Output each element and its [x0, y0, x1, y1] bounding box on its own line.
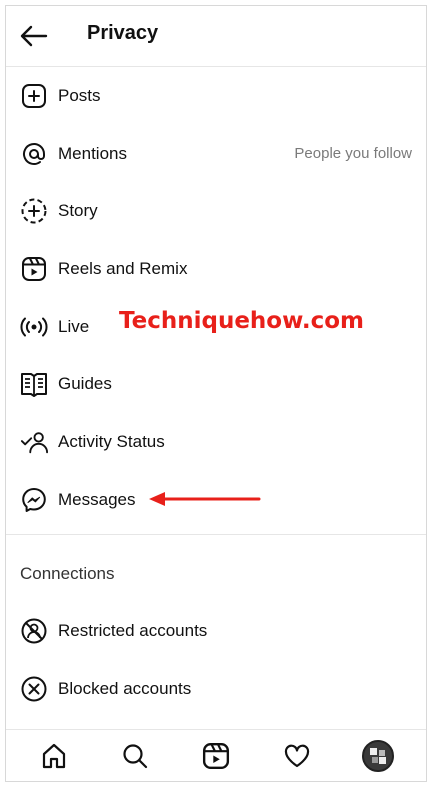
profile-avatar — [361, 739, 394, 772]
connections-list: Restricted accounts Blocked accounts — [6, 602, 426, 717]
messenger-icon — [20, 486, 48, 514]
guide-book-icon — [20, 370, 48, 398]
heart-icon — [284, 744, 309, 767]
watermark-text: Techniquehow.com — [119, 308, 365, 334]
interactions-list: Posts Mentions People you follow Story R… — [6, 67, 426, 529]
at-sign-icon — [20, 140, 48, 168]
blocked-x-icon — [20, 675, 48, 703]
setting-label: Guides — [58, 374, 112, 394]
live-broadcast-icon — [20, 313, 48, 341]
annotation-arrow-icon — [149, 492, 261, 506]
home-icon — [43, 743, 66, 768]
back-button[interactable] — [19, 21, 49, 51]
story-plus-icon — [20, 197, 48, 225]
setting-row-reels[interactable]: Reels and Remix — [6, 240, 426, 298]
setting-label: Posts — [58, 85, 101, 105]
setting-label: Restricted accounts — [58, 620, 208, 640]
reels-icon — [20, 255, 48, 283]
setting-row-blocked[interactable]: Blocked accounts — [6, 660, 426, 718]
setting-label: Mentions — [58, 143, 127, 163]
setting-row-activity-status[interactable]: Activity Status — [6, 413, 426, 471]
plus-square-icon — [20, 82, 48, 110]
search-icon — [123, 743, 148, 768]
tab-home[interactable] — [34, 736, 74, 776]
tab-search[interactable] — [115, 736, 155, 776]
setting-row-restricted[interactable]: Restricted accounts — [6, 602, 426, 660]
setting-label: Activity Status — [58, 431, 165, 451]
phone-screen: Privacy Posts Mentions People you follow… — [5, 5, 427, 782]
setting-row-mentions[interactable]: Mentions People you follow — [6, 125, 426, 183]
setting-row-guides[interactable]: Guides — [6, 355, 426, 413]
setting-label: Live — [58, 316, 90, 336]
tab-activity[interactable] — [277, 736, 317, 776]
setting-row-posts[interactable]: Posts — [6, 67, 426, 125]
arrow-left-icon — [20, 25, 48, 47]
restricted-icon — [20, 617, 48, 645]
setting-label: Reels and Remix — [58, 258, 188, 278]
avatar-image-icon — [369, 747, 386, 764]
header-bar: Privacy — [6, 6, 426, 67]
setting-label: Story — [58, 201, 98, 221]
page-title: Privacy — [87, 22, 159, 44]
section-divider — [6, 534, 426, 535]
setting-label: Blocked accounts — [58, 678, 192, 698]
setting-row-story[interactable]: Story — [6, 182, 426, 240]
setting-label: Messages — [58, 489, 136, 509]
reels-tab-icon — [202, 742, 230, 769]
activity-status-icon — [20, 428, 48, 456]
section-title-connections: Connections — [20, 564, 115, 583]
setting-value: People you follow — [294, 145, 412, 163]
bottom-tab-bar — [6, 729, 426, 781]
tab-reels[interactable] — [196, 736, 236, 776]
tab-profile[interactable] — [358, 736, 398, 776]
